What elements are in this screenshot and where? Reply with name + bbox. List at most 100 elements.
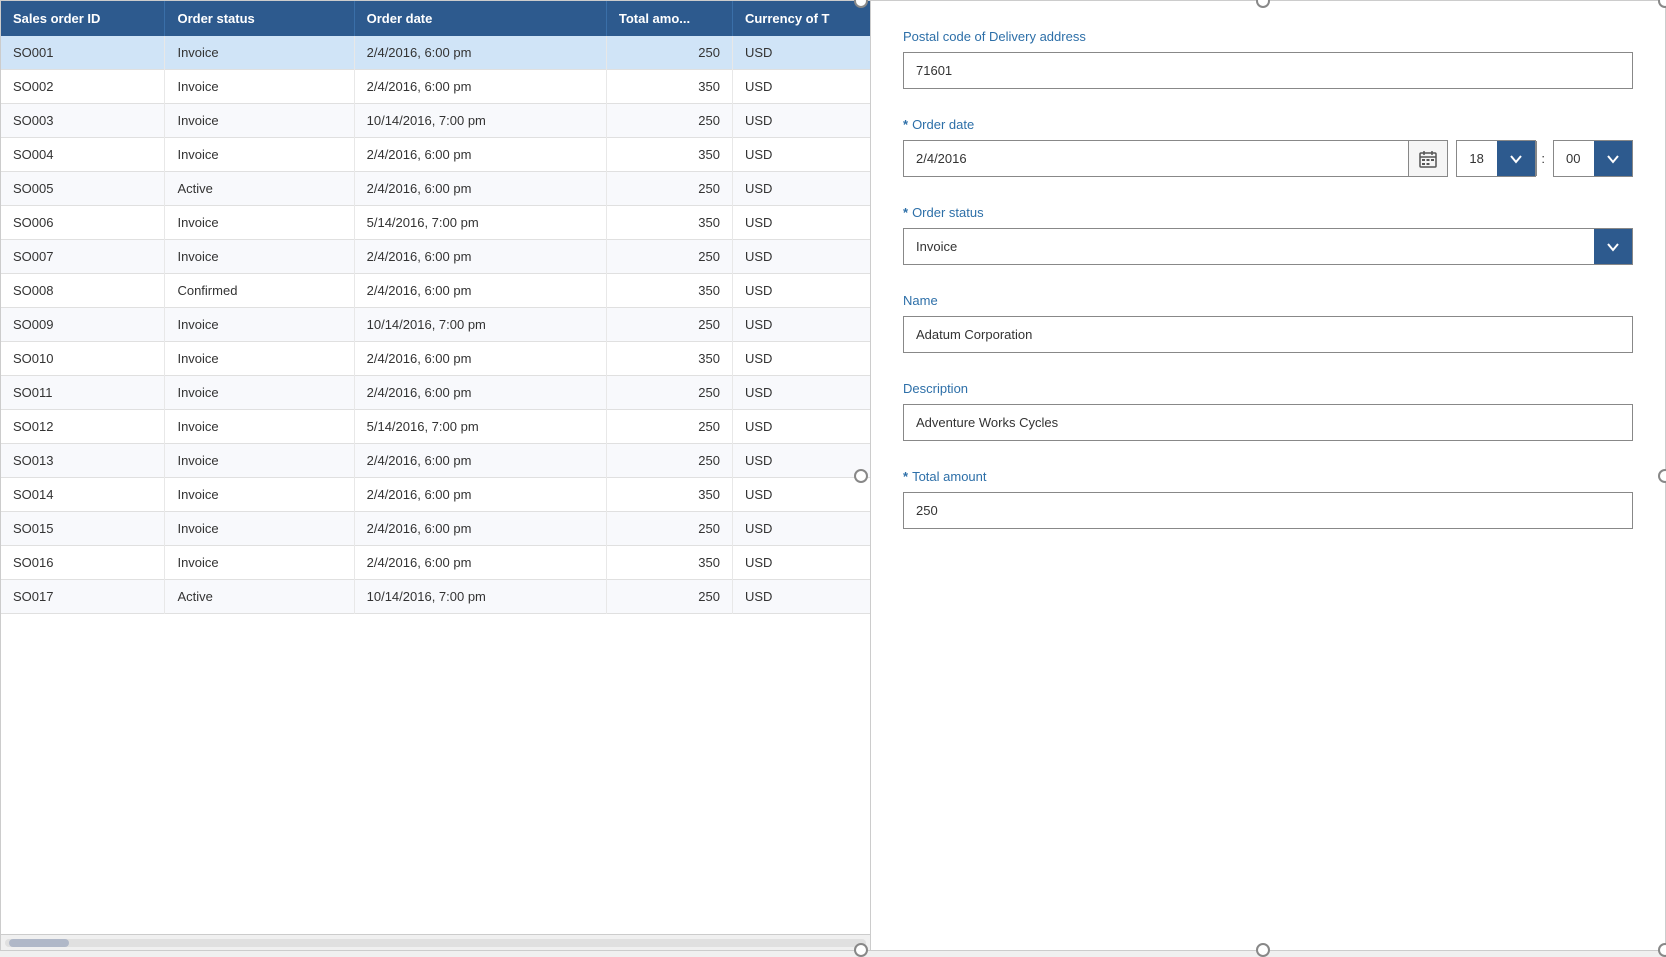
table-cell: SO014	[1, 478, 165, 512]
table-cell: USD	[732, 376, 870, 410]
table-row[interactable]: SO017Active10/14/2016, 7:00 pm250USD	[1, 580, 870, 614]
table-cell: Invoice	[165, 342, 354, 376]
table-cell: 2/4/2016, 6:00 pm	[354, 376, 606, 410]
description-input[interactable]	[903, 404, 1633, 441]
table-cell: USD	[732, 342, 870, 376]
table-cell: Invoice	[165, 546, 354, 580]
resize-handle-bottom-right[interactable]	[1658, 943, 1666, 957]
table-row[interactable]: SO011Invoice2/4/2016, 6:00 pm250USD	[1, 376, 870, 410]
table-cell: SO005	[1, 172, 165, 206]
resize-handle-mid-right[interactable]	[1658, 469, 1666, 483]
resize-handle-mid-left[interactable]	[854, 469, 868, 483]
table-cell: 2/4/2016, 6:00 pm	[354, 172, 606, 206]
description-label: Description	[903, 381, 1633, 396]
total-amount-label-text: Total amount	[912, 469, 986, 484]
resize-handle-bottom-mid[interactable]	[1256, 943, 1270, 957]
table-row[interactable]: SO015Invoice2/4/2016, 6:00 pm250USD	[1, 512, 870, 546]
table-row[interactable]: SO016Invoice2/4/2016, 6:00 pm350USD	[1, 546, 870, 580]
chevron-down-icon	[1509, 152, 1523, 166]
table-row[interactable]: SO004Invoice2/4/2016, 6:00 pm350USD	[1, 138, 870, 172]
table-cell: Active	[165, 172, 354, 206]
status-select-wrapper: Invoice	[903, 228, 1633, 265]
table-cell: 250	[606, 172, 732, 206]
table-cell: Invoice	[165, 240, 354, 274]
table-scroll-wrapper[interactable]: Sales order ID Order status Order date T…	[1, 1, 870, 934]
table-cell: 350	[606, 70, 732, 104]
name-field: Name	[903, 293, 1633, 353]
table-cell: SO007	[1, 240, 165, 274]
table-cell: SO006	[1, 206, 165, 240]
table-cell: 350	[606, 274, 732, 308]
table-cell: SO015	[1, 512, 165, 546]
table-row[interactable]: SO008Confirmed2/4/2016, 6:00 pm350USD	[1, 274, 870, 308]
table-cell: Invoice	[165, 308, 354, 342]
horizontal-scrollbar[interactable]	[1, 934, 870, 950]
resize-handle-bottom-left[interactable]	[854, 943, 868, 957]
main-container: Sales order ID Order status Order date T…	[0, 0, 1666, 951]
table-cell: SO003	[1, 104, 165, 138]
order-date-label-text: Order date	[912, 117, 974, 132]
table-cell: 2/4/2016, 6:00 pm	[354, 138, 606, 172]
minute-dropdown-button[interactable]	[1594, 141, 1632, 176]
table-row[interactable]: SO003Invoice10/14/2016, 7:00 pm250USD	[1, 104, 870, 138]
calendar-button[interactable]	[1408, 141, 1447, 176]
table-row[interactable]: SO006Invoice5/14/2016, 7:00 pm350USD	[1, 206, 870, 240]
table-cell: USD	[732, 104, 870, 138]
table-cell: 2/4/2016, 6:00 pm	[354, 274, 606, 308]
table-cell: 2/4/2016, 6:00 pm	[354, 70, 606, 104]
col-header-currency[interactable]: Currency of T	[732, 1, 870, 36]
table-cell: 2/4/2016, 6:00 pm	[354, 444, 606, 478]
total-amount-label: * Total amount	[903, 469, 1633, 484]
hour-dropdown-button[interactable]	[1497, 141, 1535, 176]
table-cell: Invoice	[165, 206, 354, 240]
table-cell: Invoice	[165, 478, 354, 512]
table-row[interactable]: SO007Invoice2/4/2016, 6:00 pm250USD	[1, 240, 870, 274]
order-date-label: * Order date	[903, 117, 1633, 132]
date-text-input[interactable]	[904, 141, 1408, 176]
table-cell: SO016	[1, 546, 165, 580]
table-row[interactable]: SO013Invoice2/4/2016, 6:00 pm250USD	[1, 444, 870, 478]
table-cell: 350	[606, 546, 732, 580]
table-cell: USD	[732, 580, 870, 614]
postal-code-input[interactable]	[903, 52, 1633, 89]
table-row[interactable]: SO002Invoice2/4/2016, 6:00 pm350USD	[1, 70, 870, 104]
table-cell: Invoice	[165, 104, 354, 138]
col-header-date[interactable]: Order date	[354, 1, 606, 36]
date-input-wrapper	[903, 140, 1448, 177]
table-cell: Invoice	[165, 512, 354, 546]
table-panel: Sales order ID Order status Order date T…	[1, 1, 871, 950]
table-cell: SO012	[1, 410, 165, 444]
table-cell: 350	[606, 206, 732, 240]
table-cell: USD	[732, 546, 870, 580]
h-scrollbar-thumb[interactable]	[9, 939, 69, 947]
col-header-id[interactable]: Sales order ID	[1, 1, 165, 36]
table-row[interactable]: SO012Invoice5/14/2016, 7:00 pm250USD	[1, 410, 870, 444]
table-row[interactable]: SO014Invoice2/4/2016, 6:00 pm350USD	[1, 478, 870, 512]
table-cell: 10/14/2016, 7:00 pm	[354, 308, 606, 342]
table-cell: USD	[732, 512, 870, 546]
table-cell: Invoice	[165, 444, 354, 478]
table-row[interactable]: SO005Active2/4/2016, 6:00 pm250USD	[1, 172, 870, 206]
hour-select-wrapper: 18	[1456, 140, 1536, 177]
total-amount-input[interactable]	[903, 492, 1633, 529]
table-row[interactable]: SO010Invoice2/4/2016, 6:00 pm350USD	[1, 342, 870, 376]
status-text-value: Invoice	[904, 229, 1594, 264]
table-cell: SO009	[1, 308, 165, 342]
table-cell: 250	[606, 376, 732, 410]
table-row[interactable]: SO009Invoice10/14/2016, 7:00 pm250USD	[1, 308, 870, 342]
col-header-amount[interactable]: Total amo...	[606, 1, 732, 36]
order-date-time-row: 18 : 00	[903, 140, 1633, 177]
name-input[interactable]	[903, 316, 1633, 353]
table-body: SO001Invoice2/4/2016, 6:00 pm250USDSO002…	[1, 36, 870, 614]
table-cell: 2/4/2016, 6:00 pm	[354, 36, 606, 70]
table-cell: SO004	[1, 138, 165, 172]
minute-value: 00	[1554, 141, 1594, 176]
col-header-status[interactable]: Order status	[165, 1, 354, 36]
hour-value: 18	[1457, 141, 1497, 176]
table-row[interactable]: SO001Invoice2/4/2016, 6:00 pm250USD	[1, 36, 870, 70]
table-cell: USD	[732, 206, 870, 240]
table-cell: USD	[732, 240, 870, 274]
chevron-down-icon-3	[1606, 240, 1620, 254]
table-cell: SO010	[1, 342, 165, 376]
status-dropdown-button[interactable]	[1594, 229, 1632, 264]
